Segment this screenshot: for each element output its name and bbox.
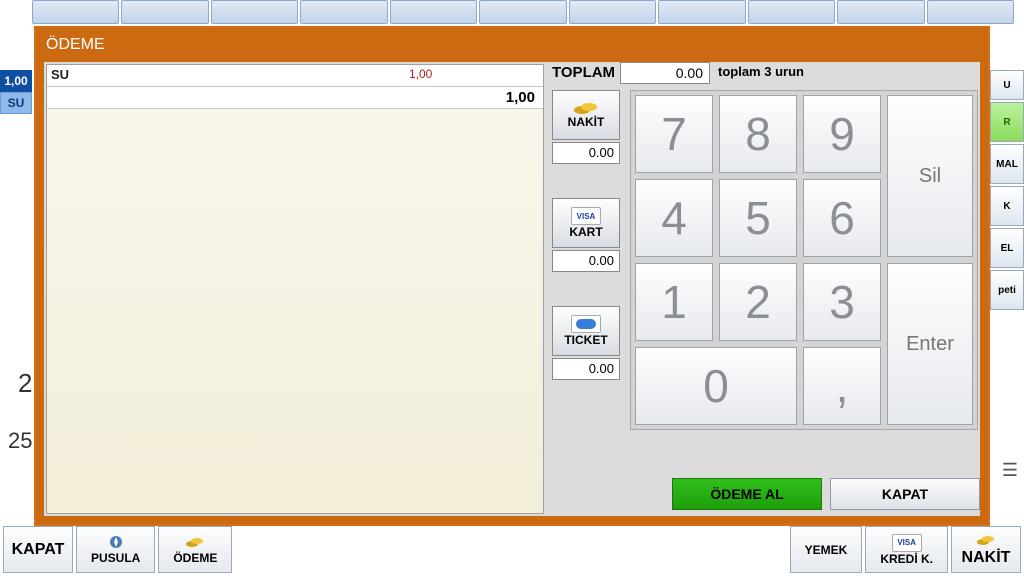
key-comma[interactable]: , (803, 347, 881, 425)
kart-amount: 0.00 (552, 250, 620, 272)
payment-methods: NAKİT 0.00 VISA KART 0.00 TICKET 0.00 (552, 90, 622, 414)
ticket-label: TICKET (564, 333, 607, 347)
bg-tab[interactable] (748, 0, 835, 24)
bg-pusula-label: PUSULA (91, 551, 140, 565)
bg-left-item[interactable]: SU (0, 92, 32, 114)
ticket-amount: 0.00 (552, 358, 620, 380)
bg-top-tabs (32, 0, 1014, 24)
total-value: 0.00 (620, 62, 710, 84)
coins-icon (573, 101, 599, 115)
bg-odeme-label: ÖDEME (173, 551, 217, 565)
item-row[interactable]: SU 1,00 (47, 65, 543, 87)
bg-tab[interactable] (300, 0, 387, 24)
bg-tab[interactable] (121, 0, 208, 24)
key-2[interactable]: 2 (719, 263, 797, 341)
bg-right-btn[interactable]: K (990, 186, 1024, 226)
bg-left-qty: 1,00 (0, 70, 32, 92)
bg-tab[interactable] (390, 0, 477, 24)
key-7[interactable]: 7 (635, 95, 713, 173)
compass-icon (106, 535, 126, 549)
bg-left-column: 1,00 SU (0, 70, 34, 114)
bg-number-25: 25 (8, 428, 32, 454)
bg-yemek-label: YEMEK (805, 543, 848, 557)
key-8[interactable]: 8 (719, 95, 797, 173)
bg-tab[interactable] (927, 0, 1014, 24)
bg-right-btn[interactable]: peti (990, 270, 1024, 310)
key-1[interactable]: 1 (635, 263, 713, 341)
key-5[interactable]: 5 (719, 179, 797, 257)
bg-number-2: 2 (18, 368, 32, 399)
bg-nakit-button[interactable]: NAKİT (951, 526, 1021, 573)
odeme-al-button[interactable]: ÖDEME AL (672, 478, 822, 510)
bg-hamburger-icon[interactable]: ☰ (1002, 460, 1018, 481)
nakit-button[interactable]: NAKİT (552, 90, 620, 140)
total-label: TOPLAM (552, 64, 615, 81)
coins-icon (976, 533, 996, 547)
bg-right-column: U R MAL K EL peti (990, 70, 1024, 310)
bg-right-btn-green[interactable]: R (990, 102, 1024, 142)
bg-tab[interactable] (32, 0, 119, 24)
coins-icon (185, 535, 205, 549)
item-price: 1,00 (47, 87, 543, 109)
bg-yemek-button[interactable]: YEMEK (790, 526, 863, 573)
key-9[interactable]: 9 (803, 95, 881, 173)
kapat-button[interactable]: KAPAT (830, 478, 980, 510)
bg-odeme-button[interactable]: ÖDEME (158, 526, 232, 573)
key-3[interactable]: 3 (803, 263, 881, 341)
bg-tab[interactable] (479, 0, 566, 24)
nakit-amount: 0.00 (552, 142, 620, 164)
bg-right-btn[interactable]: MAL (990, 144, 1024, 184)
nakit-label: NAKİT (568, 115, 605, 129)
bg-right-btn[interactable]: U (990, 70, 1024, 100)
modal-body: SU 1,00 1,00 TOPLAM 0.00 toplam 3 urun N… (44, 62, 980, 516)
kart-button[interactable]: VISA KART (552, 198, 620, 248)
key-sil[interactable]: Sil (887, 95, 973, 257)
bg-kapat-button[interactable]: KAPAT (3, 526, 73, 573)
bg-tab[interactable] (569, 0, 656, 24)
bg-bottom-row: KAPAT PUSULA ÖDEME YEMEK VISA KREDİ K. N… (0, 526, 1024, 576)
cirrus-icon (571, 315, 601, 333)
keypad: 7 8 9 Sil 4 5 6 1 2 3 Enter 0 , (630, 90, 978, 430)
bg-nakit-label: NAKİT (962, 549, 1011, 567)
visa-icon: VISA (892, 534, 922, 552)
bg-kredi-button[interactable]: VISA KREDİ K. (865, 526, 948, 573)
key-enter[interactable]: Enter (887, 263, 973, 425)
visa-icon: VISA (571, 207, 601, 225)
bg-kredi-label: KREDİ K. (880, 552, 933, 566)
bg-tab[interactable] (837, 0, 924, 24)
bg-right-btn[interactable]: EL (990, 228, 1024, 268)
key-4[interactable]: 4 (635, 179, 713, 257)
payment-modal: ÖDEME SU 1,00 1,00 TOPLAM 0.00 toplam 3 … (34, 26, 990, 526)
key-6[interactable]: 6 (803, 179, 881, 257)
item-list: SU 1,00 1,00 (46, 64, 544, 514)
kart-label: KART (569, 225, 602, 239)
modal-title: ÖDEME (36, 28, 988, 62)
ticket-button[interactable]: TICKET (552, 306, 620, 356)
summary-text: toplam 3 urun (718, 64, 804, 79)
bg-tab[interactable] (211, 0, 298, 24)
item-name: SU (51, 67, 69, 82)
key-0[interactable]: 0 (635, 347, 797, 425)
item-qty: 1,00 (409, 67, 432, 81)
bg-pusula-button[interactable]: PUSULA (76, 526, 155, 573)
bg-tab[interactable] (658, 0, 745, 24)
